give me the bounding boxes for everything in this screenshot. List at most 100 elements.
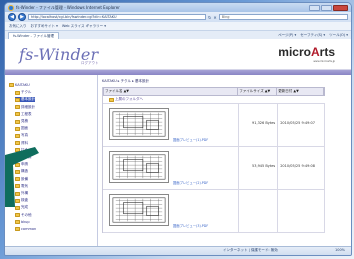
favorites-bar: お気に入り おすすめサイト ▾ Web スライス ギャラリー ▾ [5, 22, 351, 31]
filename-cell: 図面プレビュー(3).PDF [103, 190, 240, 232]
file-table: ファイル名 ▲▼ ファイルサイズ ▲▼ 更新日付 ▲▼ 上層のフォルダへ 図面プ… [102, 87, 325, 233]
tree-item[interactable]: KAITAKU [9, 83, 30, 87]
tree-item[interactable]: 見積 [15, 119, 28, 124]
table-header: ファイル名 ▲▼ ファイルサイズ ▲▼ 更新日付 ▲▼ [103, 87, 325, 96]
date-cell: 2010/05/25 9:49:07 [278, 104, 325, 146]
favorites-item[interactable]: お気に入り [9, 24, 27, 29]
folder-icon [15, 227, 20, 231]
up-folder-label: 上層のフォルダへ [115, 97, 143, 101]
col-date[interactable]: 更新日付 ▲▼ [277, 88, 325, 95]
logout-link[interactable]: ログアウト [81, 61, 99, 66]
breadcrumb[interactable]: KAITAKU ▸ チクル ▸ 基本設計 [102, 79, 149, 84]
site-header: fs-Winder ログアウト microArts www.microarts.… [5, 39, 351, 70]
address-input[interactable]: http://localhost/cgi-bin/fswinder.cgi?di… [28, 14, 206, 20]
logo-main: micro [278, 45, 311, 59]
favorites-item[interactable]: おすすめサイト ▾ [31, 24, 58, 29]
window-controls [309, 4, 348, 11]
stop-icon[interactable]: ✕ [213, 15, 216, 20]
folder-icon [15, 119, 20, 124]
forward-button[interactable]: ▶ [18, 13, 26, 21]
filesize-cell: 91,326 Bytes [239, 104, 279, 146]
folder-icon [15, 141, 20, 146]
title-bar: fs-Winder - ファイル管理 - Windows Internet Ex… [5, 3, 351, 12]
logo-tail: rts [319, 45, 335, 59]
page-content: fs-Winder ログアウト microArts www.microarts.… [5, 39, 351, 247]
folder-icon [15, 133, 20, 138]
maximize-button[interactable] [321, 4, 332, 11]
file-size: 53,945 Bytes [252, 164, 276, 168]
tree-item[interactable]: チクル [15, 90, 31, 95]
download-link[interactable]: 図面プレビュー(3).PDF [173, 223, 208, 228]
tree-item[interactable]: 詳細設計 [15, 105, 35, 110]
filesize-cell [239, 190, 279, 232]
col-filename[interactable]: ファイル名 ▲▼ [104, 88, 239, 95]
folder-icon [15, 112, 20, 117]
tree-item-label: 写真 [21, 133, 28, 138]
filename-cell: 図面プレビュー(2).PDF [103, 147, 240, 189]
folder-icon [15, 97, 20, 102]
close-button[interactable] [333, 4, 348, 11]
tree-item[interactable]: common [15, 227, 36, 231]
table-row[interactable]: 図面プレビュー(1).PDF 91,326 Bytes 2010/05/25 9:4… [103, 104, 325, 147]
command-bar: ページ(P) ▾ セーフティ(S) ▾ ツール(O) ▾ [278, 33, 348, 38]
tree-item[interactable]: その他 [15, 213, 32, 218]
up-folder-row[interactable]: 上層のフォルダへ [103, 96, 325, 104]
address-bar: ◀ ▶ http://localhost/cgi-bin/fswinder.cg… [5, 12, 351, 22]
favorites-item[interactable]: Web スライス ギャラリー ▾ [62, 24, 106, 29]
tree-item[interactable]: bkup [15, 219, 30, 224]
tree-item[interactable]: 資料 [15, 141, 28, 146]
table-row[interactable]: 図面プレビュー(3).PDF [103, 190, 325, 233]
drawing-thumbnail[interactable] [109, 151, 169, 183]
command-page[interactable]: ページ(P) ▾ [278, 33, 296, 38]
date-cell [278, 190, 325, 232]
tree-item-label: bkup [21, 219, 30, 224]
tree-item-label: 基本設計 [21, 97, 35, 102]
folder-icon [109, 97, 114, 102]
folder-icon [15, 90, 20, 95]
microarts-logo: microArts [278, 45, 335, 59]
refresh-icon[interactable]: ↻ [208, 15, 211, 20]
tree-item[interactable]: 基本設計 [15, 97, 35, 103]
address-actions: ↻ ✕ [208, 15, 217, 20]
zoom-level[interactable]: 100% [335, 247, 345, 254]
tree-item-label: その他 [21, 212, 32, 217]
file-date: 2010/05/25 9:49:07 [280, 121, 315, 125]
command-tools[interactable]: ツール(O) ▾ [329, 33, 348, 38]
date-cell: 2010/05/25 9:49:08 [278, 147, 325, 189]
tree-item-label: 工程表 [21, 111, 32, 116]
security-zone: インターネット | 保護モード: 無効 [223, 248, 278, 252]
status-bar: インターネット | 保護モード: 無効 100% [5, 246, 351, 255]
col-filesize[interactable]: ファイルサイズ ▲▼ [238, 88, 278, 95]
tree-item-label: 見積 [21, 119, 28, 123]
download-link[interactable]: 図面プレビュー(1).PDF [173, 137, 208, 142]
tree-item[interactable]: 写真 [15, 133, 28, 138]
back-button[interactable]: ◀ [8, 13, 16, 21]
search-input[interactable]: Bing [218, 14, 348, 20]
tree-item-label: 詳細設計 [21, 104, 35, 109]
folder-icon [9, 83, 14, 87]
tree-item[interactable]: 工程表 [15, 112, 32, 117]
ie-icon [8, 4, 14, 11]
tree-item-label: common [21, 227, 37, 231]
pointer-arrow [5, 147, 39, 207]
command-safety[interactable]: セーフティ(S) ▾ [300, 33, 325, 38]
file-list-pane: KAITAKU ▸ チクル ▸ 基本設計 ファイル名 ▲▼ ファイルサイズ ▲▼… [98, 75, 351, 247]
filename-cell: 図面プレビュー(1).PDF [103, 104, 240, 146]
drawing-thumbnail[interactable] [109, 194, 169, 226]
tree-item-label: KAITAKU [15, 83, 30, 87]
tree-item-label: 図面 [21, 126, 28, 131]
minimize-button[interactable] [309, 4, 320, 11]
folder-icon [15, 213, 20, 218]
tree-item[interactable]: 図面 [15, 126, 28, 131]
folder-icon [15, 219, 20, 224]
filesize-cell: 53,945 Bytes [239, 147, 279, 189]
file-size: 91,326 Bytes [252, 121, 276, 125]
download-link[interactable]: 図面プレビュー(2).PDF [173, 180, 208, 185]
window-title: fs-Winder - ファイル管理 - Windows Internet Ex… [16, 4, 120, 10]
table-row[interactable]: 図面プレビュー(2).PDF 53,945 Bytes 2010/05/25 9:4… [103, 147, 325, 190]
drawing-thumbnail[interactable] [109, 108, 169, 140]
tree-item-label: 資料 [21, 140, 28, 145]
file-date: 2010/05/25 9:49:08 [280, 164, 315, 168]
tree-item-label: チクル [21, 90, 32, 95]
folder-icon [15, 105, 20, 110]
